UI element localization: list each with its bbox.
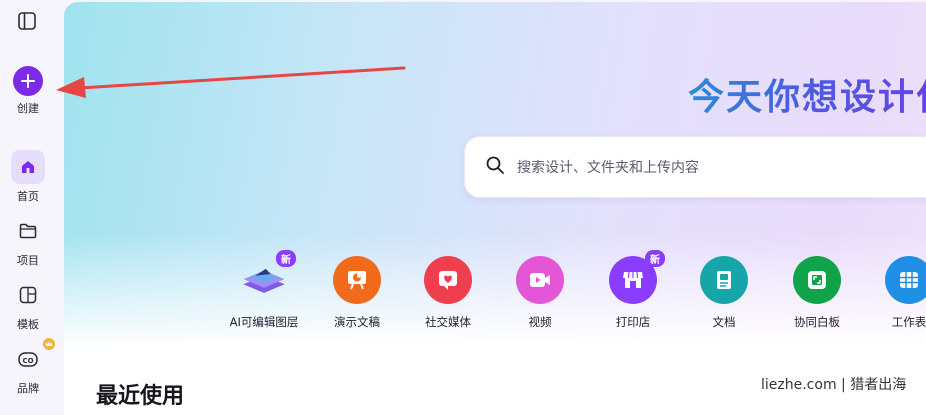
tool-label: 演示文稿 xyxy=(334,315,380,329)
create-label: 创建 xyxy=(17,102,39,115)
tool-presentation[interactable]: 演示文稿 xyxy=(312,256,402,330)
shop-icon: 新 xyxy=(609,250,665,304)
sidebar: 创建 首页 项目 模板 CO 品牌 xyxy=(0,0,62,415)
create-button[interactable]: 创建 xyxy=(6,66,50,116)
tool-label: 工作表 xyxy=(891,315,926,329)
plus-icon xyxy=(13,66,43,96)
whiteboard-icon xyxy=(793,256,841,304)
tool-sheets[interactable]: 工作表 xyxy=(864,256,926,330)
tool-ai-layers[interactable]: 新 AI可编辑图层 xyxy=(219,250,309,330)
video-icon xyxy=(516,256,564,304)
sidebar-item-label: 项目 xyxy=(17,254,39,267)
search-bar[interactable]: 搜索设计、文件夹和上传内容 xyxy=(464,136,926,198)
tool-print-shop[interactable]: 新 打印店 xyxy=(588,250,678,330)
home-icon xyxy=(11,150,45,184)
sidebar-toggle-icon[interactable] xyxy=(16,10,38,32)
presentation-icon xyxy=(333,256,381,304)
tool-label: 社交媒体 xyxy=(425,315,471,329)
sidebar-item-label: 首页 xyxy=(17,190,39,203)
tool-docs[interactable]: 文档 xyxy=(679,256,769,330)
document-icon xyxy=(700,256,748,304)
brand-icon: CO xyxy=(11,338,55,376)
tool-label: 协同白板 xyxy=(794,315,840,329)
tool-label: 文档 xyxy=(712,315,736,329)
heart-icon xyxy=(424,256,472,304)
watermark-text: liezhe.com | 猎者出海 xyxy=(761,377,907,393)
sidebar-item-templates[interactable]: 模板 xyxy=(6,278,50,332)
recent-section-title: 最近使用 xyxy=(96,384,185,409)
search-input[interactable]: 搜索设计、文件夹和上传内容 xyxy=(517,157,699,177)
tool-label: AI可编辑图层 xyxy=(229,315,299,329)
template-icon xyxy=(11,278,45,312)
new-badge: 新 xyxy=(276,250,296,267)
tool-label: 打印店 xyxy=(615,315,651,329)
page-title: 今天你想设计什 xyxy=(688,68,926,120)
main-panel: 今天你想设计什 搜索设计、文件夹和上传内容 新 AI可编辑图层 演示文稿 xyxy=(64,2,926,415)
sidebar-item-label: 品牌 xyxy=(17,382,39,395)
tool-label: 视频 xyxy=(528,315,552,329)
ai-layers-icon: 新 xyxy=(240,250,296,304)
tool-whiteboard[interactable]: 协同白板 xyxy=(772,256,862,330)
sidebar-item-projects[interactable]: 项目 xyxy=(6,214,50,268)
svg-text:CO: CO xyxy=(22,357,33,365)
table-icon xyxy=(885,256,926,304)
app-root: 创建 首页 项目 模板 CO 品牌 今天你想设计 搜索设计、文件夹和上传内容 新… xyxy=(0,0,926,415)
sidebar-item-label: 模板 xyxy=(17,318,39,331)
new-badge: 新 xyxy=(645,250,665,267)
folder-icon xyxy=(11,214,45,248)
sidebar-item-home[interactable]: 首页 xyxy=(6,150,50,204)
crown-icon xyxy=(43,338,55,350)
tool-video[interactable]: 视频 xyxy=(495,256,585,330)
tool-social-media[interactable]: 社交媒体 xyxy=(403,256,493,330)
design-type-row: 新 AI可编辑图层 演示文稿 社交媒体 视频 新 打印店 文档 协同白板 工作表 xyxy=(64,250,926,336)
search-icon xyxy=(485,155,505,179)
sidebar-item-brand[interactable]: CO 品牌 xyxy=(6,338,55,396)
